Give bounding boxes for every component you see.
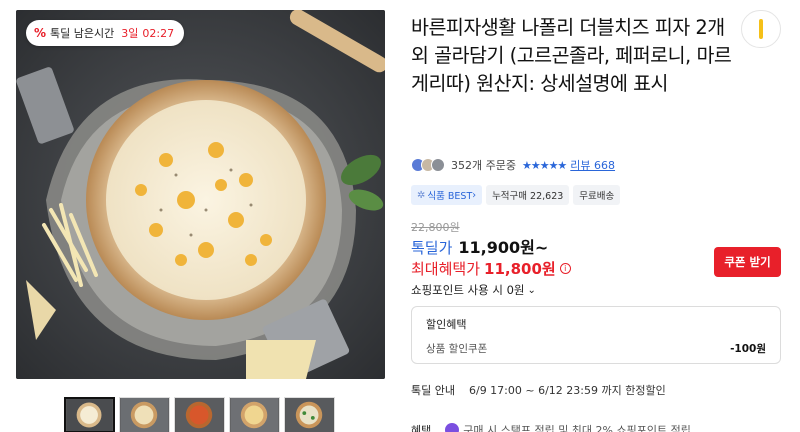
thumbnail-5[interactable] [284,397,335,432]
chevron-down-icon: ⌄ [527,284,536,296]
chip-food-best[interactable]: ✲ 식품 BEST › [411,185,483,205]
review-link[interactable]: 리뷰 668 [570,157,615,173]
share-button[interactable] [741,10,781,48]
benefit-text: 구매 시 스탬프 적립 및 최대 2% 쇼핑포인트 적립 [463,424,691,432]
discount-row-amount: -100원 [730,343,766,355]
buyer-avatars [411,158,445,172]
pizza-illustration [16,10,385,379]
product-chips: ✲ 식품 BEST › 누적구매 22,623 무료배송 [411,185,621,205]
thumbnail-3[interactable] [174,397,225,432]
info-icon[interactable]: i [559,263,571,274]
discount-title: 할인혜택 [426,318,467,331]
product-meta-row: 352개 주문중 ★★★★★ 리뷰 668 [411,157,615,173]
max-benefit-price: 최대혜택가 11,800원 i [411,258,571,279]
deal-info-row: 톡딜 안내 6/9 17:00 ~ 6/12 23:59 까지 한정할인 [411,382,666,398]
product-title: 바른피자생활 나폴리 더블치즈 피자 2개 외 골라담기 (고르곤졸라, 페퍼로… [411,16,732,95]
benefit-label: 혜택 [411,424,432,432]
deal-info-label: 톡딜 안내 [411,384,455,397]
original-price: 22,800원 [411,221,460,234]
percent-icon: % [34,26,47,40]
benefit-row: 혜택 구매 시 스탬프 적립 및 최대 2% 쇼핑포인트 적립 [411,422,691,432]
timer-days: 3일 [121,27,139,40]
deal-timer-badge: % 톡딜 남은시간 3일 02:27 [26,20,185,46]
share-icon [759,19,763,39]
stamp-icon [445,423,460,432]
product-main-image[interactable]: % 톡딜 남은시간 3일 02:27 [16,10,385,379]
deal-price: 톡딜가 11,900원~ [411,234,548,258]
max-benefit-label: 최대혜택가 [411,260,481,278]
max-benefit-value: 11,800원 [484,260,556,278]
timer-label: 톡딜 남은시간 [50,27,115,40]
deal-price-value: 11,900원~ [458,238,549,257]
thumbnail-1[interactable] [64,397,115,432]
deal-price-label: 톡딜가 [411,239,453,257]
coupon-button[interactable]: 쿠폰 받기 [714,247,781,277]
timer-time: 02:27 [142,26,175,40]
benefit-value: 구매 시 스탬프 적립 및 최대 2% 쇼핑포인트 적립 [445,422,691,432]
deal-info-value: 6/9 17:00 ~ 6/12 23:59 까지 한정할인 [468,384,666,397]
chip-label: 식품 BEST [427,191,473,202]
thumbnail-2[interactable] [119,397,170,432]
chip-free-shipping: 무료배송 [573,185,621,205]
order-count: 352개 주문중 [451,159,516,172]
thumbnail-strip [64,397,335,432]
avatar [431,158,445,172]
thumbnail-4[interactable] [229,397,280,432]
gear-icon: ✲ [417,189,426,201]
discount-row-label: 상품 할인쿠폰 [426,343,488,355]
points-usage-toggle[interactable]: 쇼핑포인트 사용 시 0원 ⌄ [411,282,536,298]
chevron-right-icon: › [472,189,477,201]
discount-row: 상품 할인쿠폰 -100원 [426,341,766,356]
rating-stars: ★★★★★ [521,158,567,172]
discount-box: 할인혜택 상품 할인쿠폰 -100원 [411,306,781,364]
chip-cumulative-purchases: 누적구매 22,623 [486,185,570,205]
points-label: 쇼핑포인트 사용 시 0원 [411,283,525,297]
